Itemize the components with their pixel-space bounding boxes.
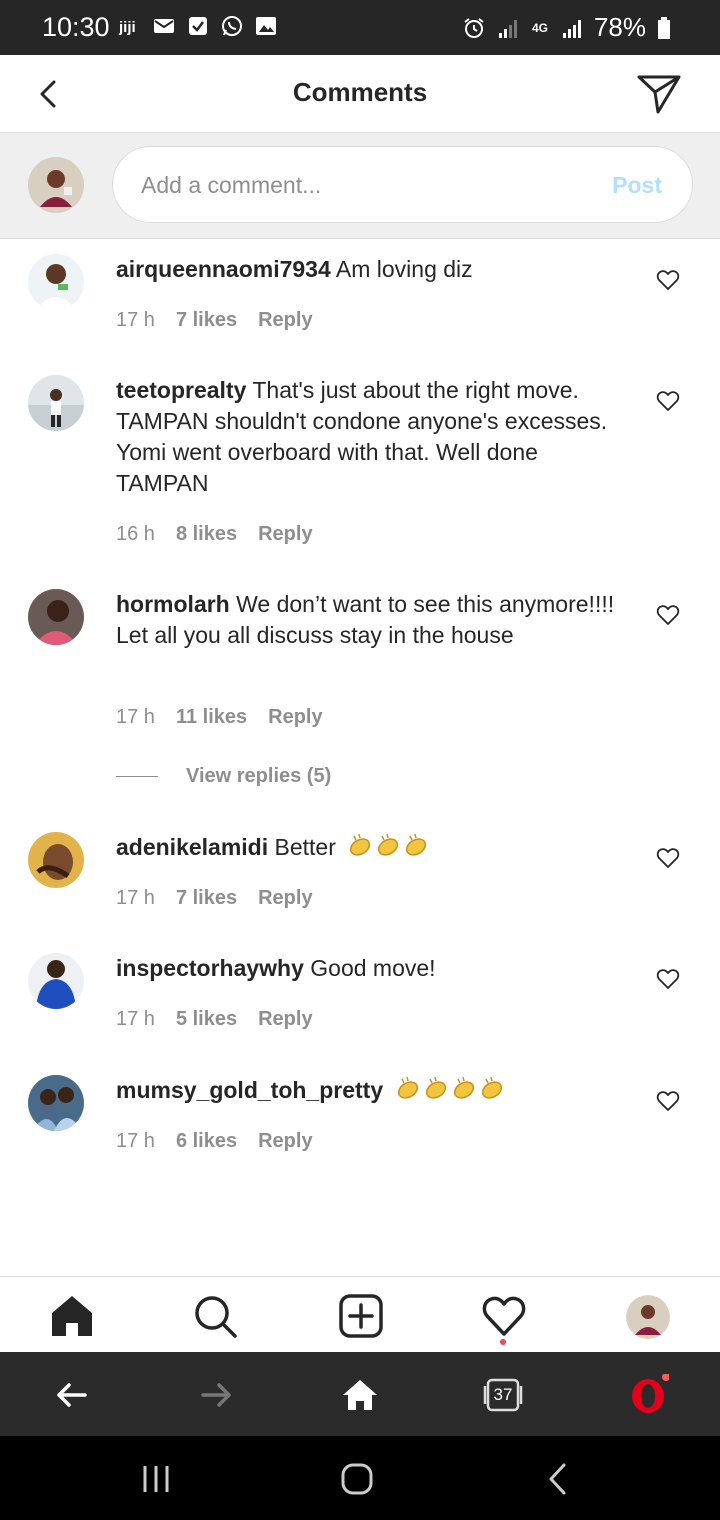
avatar[interactable] bbox=[28, 157, 84, 213]
username[interactable]: inspectorhaywhy bbox=[116, 955, 304, 981]
alarm-icon bbox=[462, 16, 486, 40]
likes-count[interactable]: 6 likes bbox=[176, 1130, 237, 1153]
username[interactable]: adenikelamidi bbox=[116, 834, 268, 860]
avatar[interactable] bbox=[28, 589, 84, 645]
battery-percent: 78% bbox=[593, 12, 646, 42]
avatar[interactable] bbox=[28, 254, 84, 310]
opera-menu-icon[interactable] bbox=[627, 1373, 670, 1416]
gallery-icon bbox=[254, 14, 278, 38]
comment-time: 17 h bbox=[116, 309, 155, 331]
likes-count[interactable]: 8 likes bbox=[176, 523, 237, 546]
whatsapp-icon bbox=[220, 14, 244, 38]
reply-button[interactable]: Reply bbox=[258, 523, 312, 546]
header: Comments bbox=[0, 55, 720, 133]
status-time: 10:30 bbox=[42, 12, 110, 42]
likes-count[interactable]: 7 likes bbox=[176, 309, 237, 332]
direct-send-icon[interactable] bbox=[636, 72, 682, 116]
heart-icon[interactable] bbox=[656, 1089, 680, 1113]
comment-input-container[interactable]: Post bbox=[112, 146, 693, 223]
heart-icon[interactable] bbox=[656, 389, 680, 413]
browser-back-icon[interactable] bbox=[51, 1374, 93, 1416]
activity-heart-icon[interactable] bbox=[481, 1293, 527, 1339]
reply-button[interactable]: Reply bbox=[268, 706, 322, 729]
likes-count[interactable]: 11 likes bbox=[176, 706, 247, 729]
system-nav-bar bbox=[0, 1436, 720, 1520]
comment-time: 16 h bbox=[116, 523, 155, 545]
new-post-icon[interactable] bbox=[338, 1293, 384, 1339]
clapping-hands-emoji bbox=[348, 832, 434, 866]
comment-input[interactable] bbox=[141, 167, 581, 203]
reply-button[interactable]: Reply bbox=[258, 1008, 312, 1031]
view-replies-button[interactable]: View replies (5) bbox=[116, 765, 331, 788]
profile-avatar[interactable] bbox=[626, 1295, 670, 1339]
comment-body: Good move! bbox=[303, 955, 436, 981]
comment-body: Am loving diz bbox=[330, 256, 473, 282]
username[interactable]: mumsy_gold_toh_pretty bbox=[116, 1077, 383, 1103]
tabs-count: 37 bbox=[493, 1385, 513, 1404]
status-bar: 10:30 jiji 4G 78% bbox=[0, 0, 720, 55]
username[interactable]: airqueennaomi7934 bbox=[116, 256, 331, 282]
reply-button[interactable]: Reply bbox=[258, 1130, 312, 1153]
comment-input-bar: Post bbox=[0, 133, 720, 239]
network-type: 4G bbox=[531, 20, 548, 35]
comment-time: 17 h bbox=[116, 887, 155, 909]
avatar[interactable] bbox=[28, 953, 84, 1009]
recent-apps-icon[interactable] bbox=[135, 1458, 177, 1500]
heart-icon[interactable] bbox=[656, 967, 680, 991]
notification-dot bbox=[500, 1339, 506, 1345]
reply-button[interactable]: Reply bbox=[258, 887, 312, 910]
gmail-icon bbox=[152, 14, 176, 38]
divider bbox=[116, 776, 158, 777]
heart-icon[interactable] bbox=[656, 846, 680, 870]
avatar[interactable] bbox=[28, 832, 84, 888]
bottom-tab-bar bbox=[0, 1276, 720, 1352]
likes-count[interactable]: 5 likes bbox=[176, 1008, 237, 1031]
svg-text:jiji: jiji bbox=[118, 19, 136, 36]
username[interactable]: hormolarh bbox=[116, 591, 230, 617]
browser-forward-icon[interactable] bbox=[195, 1374, 237, 1416]
signal-icon-1 bbox=[496, 16, 520, 40]
system-home-icon[interactable] bbox=[336, 1458, 378, 1500]
heart-icon[interactable] bbox=[656, 603, 680, 627]
tabs-icon[interactable]: 37 bbox=[482, 1374, 524, 1416]
jiji-app-icon: jiji bbox=[118, 14, 142, 38]
page-title: Comments bbox=[292, 77, 428, 107]
comment-time: 17 h bbox=[116, 1008, 155, 1030]
reply-button[interactable]: Reply bbox=[258, 309, 312, 332]
view-replies-label: View replies (5) bbox=[186, 765, 332, 787]
likes-count[interactable]: 7 likes bbox=[176, 887, 237, 910]
checkbox-icon bbox=[186, 14, 210, 38]
avatar[interactable] bbox=[28, 1075, 84, 1131]
comment-body: Better bbox=[268, 834, 336, 861]
search-icon[interactable] bbox=[192, 1293, 238, 1339]
comment-time: 17 h bbox=[116, 1130, 155, 1152]
avatar[interactable] bbox=[28, 375, 84, 431]
username[interactable]: teetoprealty bbox=[116, 377, 246, 403]
browser-nav-bar: 37 bbox=[0, 1352, 720, 1436]
system-back-icon[interactable] bbox=[538, 1458, 580, 1500]
comment-time: 17 h bbox=[116, 706, 155, 728]
browser-home-icon[interactable] bbox=[339, 1374, 381, 1416]
home-icon[interactable] bbox=[49, 1293, 95, 1339]
post-button[interactable]: Post bbox=[612, 172, 662, 199]
clapping-hands-emoji bbox=[396, 1075, 510, 1109]
battery-icon bbox=[656, 16, 680, 40]
heart-icon[interactable] bbox=[656, 268, 680, 292]
signal-icon-2 bbox=[560, 16, 584, 40]
